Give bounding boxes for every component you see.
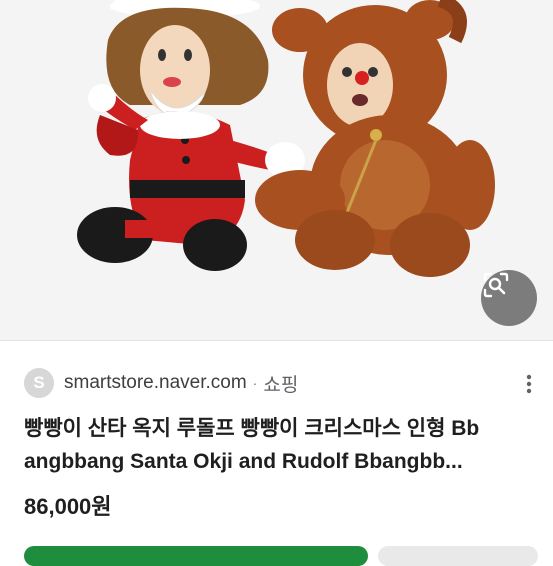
product-price: 86,000원 (24, 494, 112, 519)
site-favicon: S (24, 368, 54, 398)
google-lens-icon (483, 272, 509, 298)
image-divider (0, 340, 553, 341)
lens-search-button[interactable] (481, 270, 537, 326)
source-separator: · (252, 375, 258, 391)
visit-button[interactable] (24, 546, 368, 566)
source-row[interactable]: S smartstore.naver.com · 쇼핑 (24, 366, 298, 400)
santa-doll (77, 0, 305, 271)
plush-dolls-illustration (77, 0, 495, 277)
more-vert-icon[interactable] (517, 372, 541, 396)
product-title-link[interactable]: 빵빵이 산타 옥지 루돌프 빵빵이 크리스마스 인형 Bb angbbang S… (24, 412, 534, 478)
source-domain[interactable]: smartstore.naver.com (64, 372, 247, 394)
source-category: 쇼핑 (263, 374, 299, 396)
save-button[interactable] (378, 546, 538, 566)
product-title-line-1: 빵빵이 산타 옥지 루돌프 빵빵이 크리스마스 인형 Bb (24, 417, 480, 440)
product-title-line-2: angbbang Santa Okji and Rudolf Bbangbb..… (24, 450, 463, 473)
reindeer-doll (255, 0, 495, 277)
product-image[interactable] (0, 0, 553, 340)
